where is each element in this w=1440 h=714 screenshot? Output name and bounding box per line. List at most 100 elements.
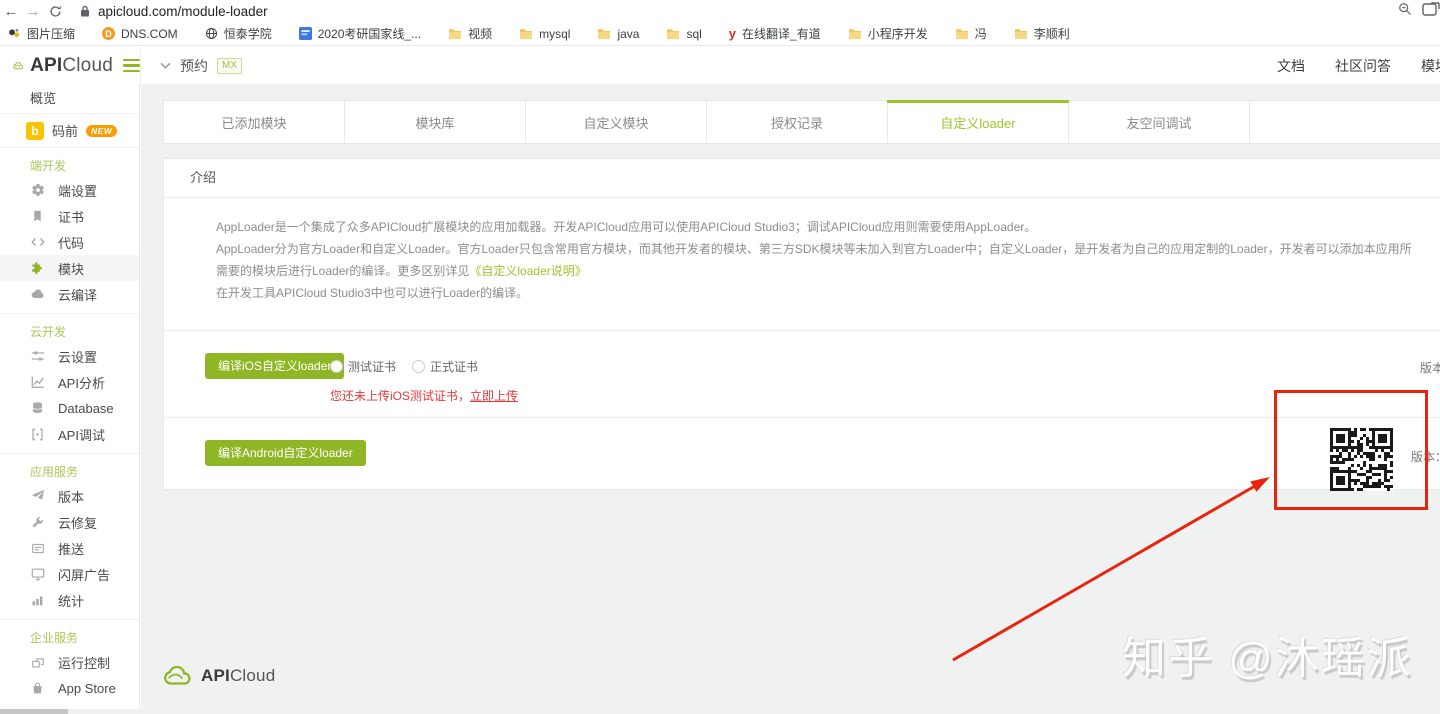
url-text: apicloud.com/module-loader: [98, 4, 268, 19]
radio-circle-icon[interactable]: [412, 360, 425, 373]
tab-custom-modules[interactable]: 自定义模块: [526, 101, 707, 143]
qr-code: [1330, 428, 1393, 491]
bookmark-label: 恒泰学院: [224, 25, 272, 42]
footer-logo: APICloud: [163, 666, 275, 686]
radio-label: 正式证书: [430, 358, 478, 375]
radio-label: 测试证书: [348, 358, 396, 375]
tab-added-modules[interactable]: 已添加模块: [164, 101, 345, 143]
bookmark-item[interactable]: 视频: [448, 25, 492, 42]
bookmark-item[interactable]: 恒泰学院: [205, 25, 272, 42]
globe-icon: [205, 27, 218, 40]
upload-now-link[interactable]: 立即上传: [470, 389, 518, 403]
watermark: 知乎 @沐瑶派: [1122, 622, 1413, 686]
sidebar-item-label: 版本: [58, 487, 84, 506]
screen-icon: [30, 567, 45, 582]
sidebar-item-overview[interactable]: 概览: [0, 84, 139, 114]
folder-icon: [955, 28, 969, 40]
test-cert-radio[interactable]: 测试证书: [330, 358, 396, 375]
nav-community[interactable]: 社区问答: [1335, 56, 1391, 76]
browser-top-right-icons: [1398, 2, 1440, 21]
sidebar-item-modules[interactable]: 模块: [0, 255, 139, 281]
screenshot-root: ← → apicloud.com/module-loader 图片压缩 D DN…: [0, 0, 1440, 714]
bookmark-item[interactable]: D DNS.COM: [102, 27, 178, 41]
cloud-icon: [30, 287, 45, 302]
sidebar: 概览 b 码前 NEW 端开发 端设置 证书 代码 模块: [0, 84, 140, 714]
sidebar-section-app-services: 应用服务 版本 云修复 推送 闪屏广告 统计: [0, 454, 139, 620]
menu-icon[interactable]: [123, 59, 140, 73]
nav-module-store[interactable]: 模块Store: [1421, 56, 1440, 76]
android-loader-section: 编译Android自定义loader 版本：: [164, 417, 1440, 510]
bookmark-item[interactable]: mysql: [519, 27, 570, 41]
ios-version-label: 版本：: [1420, 359, 1440, 376]
bookmark-item[interactable]: java: [597, 27, 639, 41]
sidebar-item-database[interactable]: Database: [0, 395, 139, 421]
address-bar[interactable]: apicloud.com/module-loader: [80, 4, 268, 19]
tab-auth-records[interactable]: 授权记录: [707, 101, 888, 143]
bookmark-item[interactable]: 冯: [955, 25, 987, 42]
compile-ios-loader-button[interactable]: 编译iOS自定义loader: [205, 353, 344, 379]
bookmark-item[interactable]: y 在线翻译_有道: [729, 25, 821, 42]
sidebar-item-api-analysis[interactable]: API分析: [0, 369, 139, 395]
bookmark-item[interactable]: 李顺利: [1014, 25, 1070, 42]
sidebar-item-label: 代码: [58, 233, 84, 252]
sidebar-item-label: 端设置: [58, 181, 97, 200]
sidebar-section-cloud-dev: 云开发 云设置 API分析 Database API调试: [0, 314, 139, 454]
sidebar-item-label: 运行控制: [58, 653, 110, 672]
android-version-label: 版本：: [1411, 448, 1440, 465]
browser-refresh-button[interactable]: [44, 1, 66, 21]
sidebar-item-statistics[interactable]: 统计: [0, 587, 139, 613]
sidebar-item-maqian[interactable]: b 码前 NEW: [0, 114, 139, 148]
sidebar-item-code[interactable]: 代码: [0, 229, 139, 255]
horizontal-scrollbar[interactable]: [0, 709, 1440, 714]
custom-loader-doc-link[interactable]: 《自定义loader说明》: [469, 264, 586, 278]
browser-back-button[interactable]: ←: [0, 1, 22, 21]
sidebar-item-label: 模块: [58, 259, 84, 278]
browser-forward-button[interactable]: →: [22, 1, 44, 21]
project-selector[interactable]: 预约 MX: [160, 47, 242, 84]
sidebar-item-label: API调试: [58, 425, 105, 444]
extension-icon[interactable]: [1422, 2, 1440, 21]
zoom-icon[interactable]: [1398, 2, 1412, 21]
app-header: APICloud 预约 MX 文档 社区问答 模块Store: [0, 47, 1440, 85]
tab-friendspace-debug[interactable]: 友空间调试: [1069, 101, 1250, 143]
scrollbar-thumb[interactable]: [0, 709, 68, 714]
sidebar-item-label: 云修复: [58, 513, 97, 532]
compile-android-loader-button[interactable]: 编译Android自定义loader: [205, 440, 366, 466]
radio-circle-icon[interactable]: [330, 360, 343, 373]
sidebar-section-client-dev: 端开发 端设置 证书 代码 模块 云编译: [0, 148, 139, 314]
bookmark-item[interactable]: sql: [666, 27, 701, 41]
sidebar-item-certificate[interactable]: 证书: [0, 203, 139, 229]
folder-icon: [1014, 28, 1028, 40]
browser-toolbar: ← → apicloud.com/module-loader: [0, 0, 1440, 22]
chart-icon: [30, 375, 45, 390]
sidebar-item-run-control[interactable]: 运行控制: [0, 649, 139, 675]
sidebar-item-label: 统计: [58, 591, 84, 610]
sidebar-item-label: 闪屏广告: [58, 565, 110, 584]
sidebar-item-api-debug[interactable]: API调试: [0, 421, 139, 447]
sidebar-item-push[interactable]: 推送: [0, 535, 139, 561]
sidebar-item-splash-ad[interactable]: 闪屏广告: [0, 561, 139, 587]
bookmark-item[interactable]: 小程序开发: [848, 25, 928, 42]
sidebar-item-cloud-compile[interactable]: 云编译: [0, 281, 139, 307]
sidebar-item-cloud-settings[interactable]: 云设置: [0, 343, 139, 369]
bookmark-label: 图片压缩: [27, 25, 75, 42]
sidebar-item-version[interactable]: 版本: [0, 483, 139, 509]
prod-cert-radio[interactable]: 正式证书: [412, 358, 478, 375]
image-compress-icon: [8, 27, 21, 40]
sliders-icon: [30, 349, 45, 364]
database-icon: [30, 401, 45, 416]
gear-icon: [30, 183, 45, 198]
sidebar-item-cloud-fix[interactable]: 云修复: [0, 509, 139, 535]
tab-custom-loader[interactable]: 自定义loader: [888, 101, 1069, 143]
bookmark-item[interactable]: 2020考研国家线_...: [299, 25, 421, 42]
sidebar-item-client-settings[interactable]: 端设置: [0, 177, 139, 203]
cloud-logo-icon: [13, 56, 24, 76]
apicloud-logo[interactable]: APICloud: [0, 47, 141, 84]
ios-cert-warning: 您还未上传iOS测试证书，立即上传: [330, 387, 518, 404]
sidebar-item-app-store[interactable]: App Store: [0, 675, 139, 701]
footer-logo-text: APICloud: [201, 666, 275, 686]
sidebar-item-label: App Store: [58, 681, 116, 696]
bookmark-item[interactable]: 图片压缩: [8, 25, 75, 42]
tab-module-library[interactable]: 模块库: [345, 101, 526, 143]
nav-docs[interactable]: 文档: [1277, 56, 1305, 76]
